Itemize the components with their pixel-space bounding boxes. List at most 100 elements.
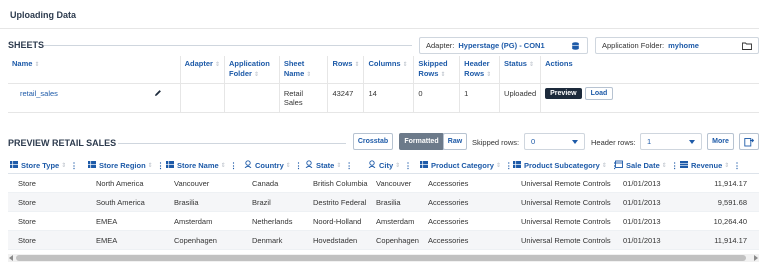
table-cell: EMEA	[96, 217, 118, 226]
table-cell: Amsterdam	[174, 217, 213, 226]
table-cell: Store	[18, 236, 36, 245]
col-sheet-name[interactable]: Sheet Name ⇕	[279, 56, 329, 84]
grid-col-state[interactable]: State ⇕ ⋮	[305, 156, 353, 174]
table-cell: 11,914.17	[714, 179, 747, 188]
cell-rows: 43247	[327, 83, 365, 113]
sort-icon[interactable]: ⇕	[221, 162, 226, 169]
sheets-row: retail_sales Retail Sales 43247 14 0 1 U…	[8, 83, 759, 113]
column-menu-icon[interactable]: ⋮	[157, 161, 165, 170]
sort-icon[interactable]: ⇕	[602, 162, 607, 169]
table-cell: 11,914.17	[714, 236, 747, 245]
sort-icon[interactable]: ⇕	[395, 162, 400, 169]
column-menu-icon[interactable]: ⋮	[404, 161, 412, 170]
grid-col-city[interactable]: City ⇕ ⋮	[368, 156, 412, 174]
col-status[interactable]: Status ⇕	[499, 56, 542, 84]
column-menu-icon[interactable]: ⋮	[70, 161, 78, 170]
col-columns[interactable]: Columns ⇕	[363, 56, 415, 84]
sheet-name-link[interactable]: retail_sales	[20, 89, 58, 98]
column-menu-icon[interactable]: ⋮	[733, 161, 741, 170]
sort-icon[interactable]: ⇕	[724, 162, 729, 169]
col-adapter[interactable]: Adapter ⇕	[180, 56, 226, 84]
globe-icon	[305, 160, 313, 170]
col-rows[interactable]: Rows ⇕	[327, 56, 365, 84]
adapter-value: Hyperstage (PG) - CON1	[458, 41, 545, 50]
grid-col-store-name[interactable]: Store Name ⇕ ⋮	[166, 156, 237, 174]
folder-value: myhome	[668, 41, 699, 50]
grid-col-revenue[interactable]: Revenue ⇕ ⋮	[680, 156, 741, 174]
cell-name: retail_sales	[8, 83, 181, 113]
table-cell: Brasilia	[376, 198, 401, 207]
sheets-divider	[44, 45, 412, 46]
cell-sheet-name: Retail Sales	[279, 83, 329, 113]
col-header-rows[interactable]: Header Rows ⇕	[459, 56, 501, 84]
column-menu-icon[interactable]: ⋮	[230, 161, 238, 170]
export-button[interactable]	[739, 133, 759, 150]
table-cell: Store	[18, 198, 36, 207]
column-menu-icon[interactable]: ⋮	[505, 161, 513, 170]
table-row: Store EMEA Copenhagen Denmark Hovedstaden Cop…	[8, 231, 759, 250]
raw-toggle[interactable]: Raw	[443, 133, 467, 150]
grid-col-label: Store Type	[21, 160, 60, 170]
table-cell: Noord-Holland	[313, 217, 362, 226]
skipped-rows-select[interactable]: 0	[524, 133, 585, 150]
grid-col-product-category[interactable]: Product Category ⇕ ⋮	[420, 156, 512, 174]
scroll-right-icon[interactable]	[754, 255, 758, 261]
table-cell: North America	[96, 179, 144, 188]
sort-icon[interactable]: ⇕	[61, 162, 66, 169]
grid-col-country[interactable]: Country ⇕ ⋮	[244, 156, 302, 174]
application-folder-selector[interactable]: Application Folder: myhome	[595, 37, 759, 54]
table-cell: Vancouver	[174, 179, 210, 188]
column-menu-icon[interactable]: ⋮	[345, 161, 353, 170]
table-cell: Accessories	[428, 236, 469, 245]
sort-icon[interactable]: ⇕	[496, 162, 501, 169]
load-button[interactable]: Load	[584, 87, 614, 100]
col-skipped-rows[interactable]: Skipped Rows ⇕	[413, 56, 461, 84]
sheets-table: Name ⇕ Adapter ⇕ Application Folder ⇕ Sheet…	[8, 56, 759, 113]
cell-status: Uploaded	[499, 83, 542, 113]
col-application-folder[interactable]: Application Folder ⇕	[224, 56, 280, 84]
sheets-section-title: SHEETS	[8, 40, 45, 50]
column-menu-icon[interactable]: ⋮	[295, 161, 303, 170]
sort-icon[interactable]: ⇕	[286, 162, 291, 169]
grid-col-label: Store Region	[99, 160, 146, 170]
table-row: Store North America Vancouver Canada British…	[8, 174, 759, 193]
table-row: Store EMEA Amsterdam Netherlands Noord-Holla…	[8, 212, 759, 231]
more-button[interactable]: More	[707, 133, 734, 150]
grid-col-sale-date[interactable]: Sale Date ⇕ ⋮	[615, 156, 678, 174]
table-cell: Destrito Federal	[313, 198, 367, 207]
col-name[interactable]: Name ⇕	[8, 56, 181, 84]
top-bar: Uploading Data	[0, 0, 759, 29]
scrollbar-thumb[interactable]	[16, 255, 746, 261]
sort-icon[interactable]: ⇕	[662, 162, 667, 169]
table-cell: Universal Remote Controls	[521, 217, 611, 226]
table-cell: Amsterdam	[376, 217, 415, 226]
horizontal-scrollbar[interactable]	[8, 254, 759, 262]
table-cell: Netherlands	[252, 217, 293, 226]
table-icon	[166, 160, 174, 170]
edit-pencil-icon[interactable]	[154, 89, 162, 97]
table-cell: Accessories	[428, 217, 469, 226]
folder-icon[interactable]	[742, 42, 752, 50]
formatted-toggle[interactable]: Formatted	[399, 133, 444, 150]
grid-col-store-type[interactable]: Store Type ⇕ ⋮	[10, 156, 78, 174]
grid-col-product-subcategory[interactable]: Product Subcategory ⇕ ⋮	[513, 156, 618, 174]
column-menu-icon[interactable]: ⋮	[671, 161, 679, 170]
preview-section-title: PREVIEW RETAIL SALES	[8, 138, 117, 148]
sheets-header-row: Name ⇕ Adapter ⇕ Application Folder ⇕ Sheet…	[8, 56, 759, 84]
sort-icon[interactable]: ⇕	[148, 162, 153, 169]
chevron-down-icon	[572, 140, 578, 144]
preview-button[interactable]: Preview	[545, 88, 582, 99]
preview-grid: Store Type ⇕ ⋮ Store Region ⇕ ⋮ Store Name ⇕ ⋮ Co…	[8, 156, 759, 254]
grid-col-store-region[interactable]: Store Region ⇕ ⋮	[88, 156, 164, 174]
measure-icon	[680, 160, 688, 170]
table-icon	[10, 160, 18, 170]
adapter-selector[interactable]: Adapter: Hyperstage (PG) - CON1	[419, 37, 588, 54]
scroll-left-icon[interactable]	[9, 255, 13, 261]
header-rows-select[interactable]: 1	[640, 133, 702, 150]
cell-header: 1	[459, 83, 501, 113]
database-icon	[572, 42, 579, 50]
sort-icon[interactable]: ⇕	[336, 162, 341, 169]
grid-col-label: Sale Date	[626, 160, 660, 170]
table-cell: Accessories	[428, 198, 469, 207]
crosstab-button[interactable]: Crosstab	[353, 133, 393, 150]
